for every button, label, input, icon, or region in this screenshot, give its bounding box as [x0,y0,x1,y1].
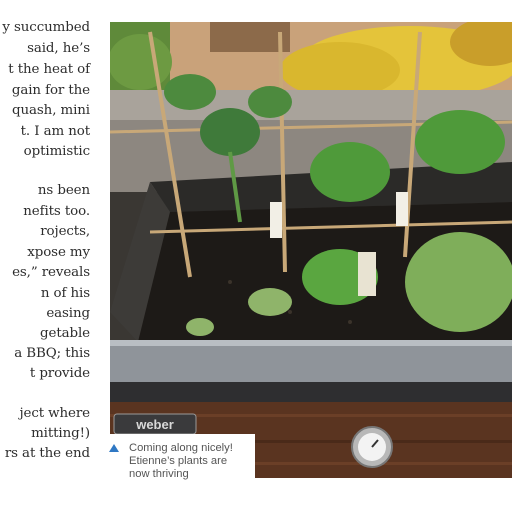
article-line: xpose my [27,245,90,260]
article-line: t. I am not [20,124,90,139]
triangle-up-icon [109,444,119,452]
yellow-shrub-left [280,42,400,98]
article-line: optimistic [23,144,90,159]
photo-caption: Coming along nicely! Etienne’s plants ar… [100,434,255,480]
caption-line: now thriving [129,468,189,480]
article-line: nefits too. [23,204,90,219]
article-line: es,” reveals [12,265,90,280]
squash-leaf [164,74,216,110]
article-line: y succumbed [2,20,90,35]
article-line: rojects, [40,224,90,239]
pepper-plant [310,142,390,202]
wooden-fence [210,22,290,52]
article-line: getable [40,326,90,341]
soil-speck [228,280,232,284]
soil-speck [288,310,292,314]
article-line: quash, mini [12,103,90,118]
article-line: t provide [29,366,90,381]
planter-scene: weber [110,22,512,478]
planter-metal-rim [110,342,512,382]
herb-seedling [248,288,292,316]
article-line: n of his [40,286,90,301]
article-text-column: y succumbed said, he’s t the heat of gai… [0,0,110,512]
thyme-herb [405,232,512,332]
article-line: ns been [37,183,90,198]
article-line: rs at the end [4,446,90,461]
plant-tag [270,202,282,238]
herb-seedling [186,318,214,336]
plant-tag [396,192,408,226]
caption-line: Etienne’s plants are [129,455,228,467]
green-shrub-foliage [110,34,172,90]
article-line: easing [46,306,90,321]
squash-leaf [248,86,292,118]
article-line: t the heat of [8,62,90,77]
caption-line: Coming along nicely! [129,442,233,454]
article-line: said, he’s [27,41,90,56]
article-line: a BBQ; this [14,346,90,361]
rim-highlight [110,340,512,346]
grill-lid-edge [110,382,512,402]
garden-planter-photo: weber [110,22,512,478]
soil-speck [348,320,352,324]
article-line: gain for the [11,83,90,98]
plant-tag [358,252,376,296]
weber-logo-text: weber [135,417,174,432]
article-line: ject where [19,406,90,421]
article-line: mitting!) [31,426,90,441]
pepper-plant [415,110,505,174]
squash-leaf [200,108,260,156]
